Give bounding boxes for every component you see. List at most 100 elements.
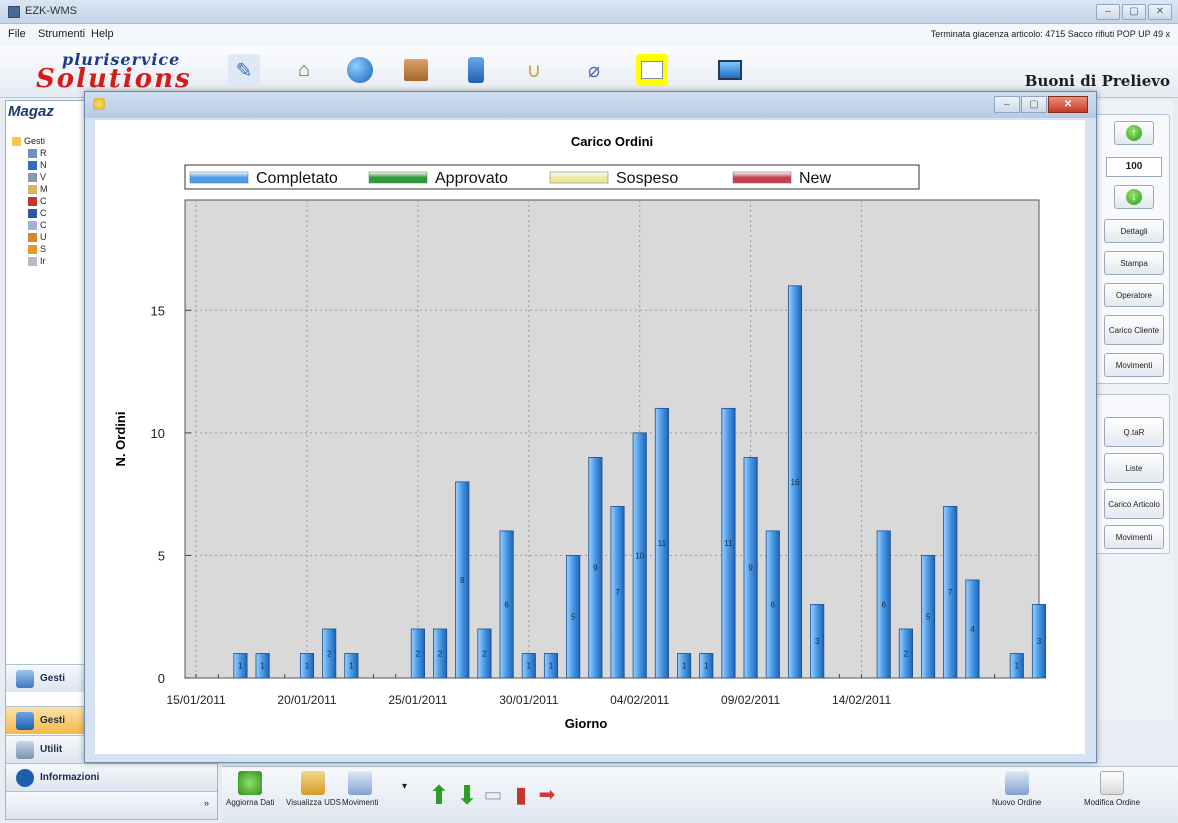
maximize-button[interactable]: ▢	[1122, 4, 1146, 20]
arrow-up-icon[interactable]: ⬆	[426, 781, 452, 809]
tree-node[interactable]: V	[12, 171, 48, 183]
legend-label: Sospeso	[616, 170, 678, 187]
move-up-button[interactable]: ↑	[1114, 121, 1154, 145]
right-panel: ↑ 100 ↓ Dettagli Stampa Operatore Carico…	[1095, 100, 1173, 720]
legend-swatch	[189, 171, 249, 184]
bar-data-label: 6	[504, 600, 509, 609]
chart-window: – ▢ ✕ Carico Ordini Completato Approvato So…	[84, 91, 1097, 763]
bar-data-label: 7	[948, 588, 953, 597]
x-tick-label: 30/01/2011	[499, 693, 558, 707]
menu-file[interactable]: File	[8, 28, 26, 40]
list-icon	[28, 172, 37, 182]
bar-data-label: 9	[748, 564, 753, 573]
x-axis-label: Giorno	[565, 716, 608, 731]
bar-data-label: 3	[815, 637, 820, 646]
tree-node[interactable]: R	[12, 147, 48, 159]
panel-title: Magaz	[8, 103, 54, 120]
y-tick-label: 10	[151, 426, 165, 441]
movements-button[interactable]: Movimenti	[1104, 353, 1164, 377]
chevron-down-icon[interactable]: »	[204, 798, 209, 808]
tree-node[interactable]: Ir	[12, 255, 48, 267]
gear-icon	[28, 244, 37, 254]
bar-data-label: 16	[791, 478, 800, 487]
bar-data-label: 2	[904, 649, 909, 658]
bar-data-label: 1	[527, 662, 532, 671]
arrows-icon[interactable]: ➡	[534, 781, 560, 809]
movements-dropdown-button[interactable]: Movimenti	[342, 771, 378, 821]
window-add-icon	[1004, 771, 1029, 795]
bar-data-label: 1	[305, 662, 310, 671]
edit-order-button[interactable]: Modifica Ordine	[1084, 771, 1140, 821]
bar-data-label: 1	[704, 662, 709, 671]
stapler-icon[interactable]: ⌀	[578, 54, 610, 86]
phone-icon[interactable]	[460, 54, 492, 86]
new-order-button[interactable]: Nuovo Ordine	[992, 771, 1041, 821]
quantity-button[interactable]: Q.taR	[1104, 417, 1164, 447]
tree-node[interactable]: C	[12, 195, 48, 207]
x-tick-label: 20/01/2011	[277, 693, 336, 707]
tree-node[interactable]: S	[12, 243, 48, 255]
x-tick-label: 25/01/2011	[388, 693, 447, 707]
nav-section-informazioni[interactable]: Informazioni	[6, 763, 217, 791]
package-open-icon[interactable]	[636, 54, 668, 86]
article-load-button[interactable]: Carico Articolo	[1104, 489, 1164, 519]
tree-node-root[interactable]: Gesti	[12, 135, 48, 147]
bar-data-label: 1	[549, 662, 554, 671]
chart-close-button[interactable]: ✕	[1048, 96, 1088, 113]
tree-node[interactable]: U	[12, 231, 48, 243]
x-tick-label: 14/02/2011	[832, 693, 891, 707]
bar-data-label: 6	[882, 600, 887, 609]
note-icon[interactable]: ▭	[480, 781, 506, 809]
chart-maximize-button[interactable]: ▢	[1021, 96, 1047, 113]
section-title: Buoni di Prelievo	[1024, 72, 1170, 90]
customer-load-button[interactable]: Carico Cliente	[1104, 315, 1164, 345]
legend-label: Completato	[256, 170, 338, 187]
dropdown-arrow-icon[interactable]: ▾	[402, 781, 407, 792]
window-icon	[348, 771, 373, 795]
bar-data-label: 9	[593, 564, 598, 573]
tree-node[interactable]: C	[12, 207, 48, 219]
globe-icon[interactable]	[344, 54, 376, 86]
box-icon[interactable]	[400, 54, 432, 86]
legend-swatch	[368, 171, 428, 184]
operator-button[interactable]: Operatore	[1104, 283, 1164, 307]
article-movements-button[interactable]: Movimenti	[1104, 525, 1164, 549]
tree-node[interactable]: M	[12, 183, 48, 195]
x-tick-label: 09/02/2011	[721, 693, 780, 707]
edit-document-icon[interactable]: ✎	[228, 54, 260, 86]
legend-label: Approvato	[435, 170, 508, 187]
nav-overflow[interactable]: »	[6, 791, 217, 819]
x-tick-label: 04/02/2011	[610, 693, 669, 707]
stack-icon	[28, 208, 37, 218]
menu-help[interactable]: Help	[91, 28, 114, 40]
order-actions-group: ↑ 100 ↓ Dettagli Stampa Operatore Carico…	[1095, 114, 1170, 384]
arrow-down-icon[interactable]: ⬇	[454, 781, 480, 809]
y-axis-label: N. Ordini	[113, 412, 128, 467]
bar-data-label: 11	[724, 539, 733, 548]
chart-title: Carico Ordini	[571, 134, 653, 149]
arrow-down-icon: ↓	[1126, 189, 1142, 205]
menu-strumenti[interactable]: Strumenti	[38, 28, 85, 40]
phone-icon	[28, 160, 37, 170]
details-button[interactable]: Dettagli	[1104, 219, 1164, 243]
minimize-button[interactable]: –	[1096, 4, 1120, 20]
close-button[interactable]: ✕	[1148, 4, 1172, 20]
window-icon	[93, 98, 105, 110]
rope-icon[interactable]: ∪	[518, 54, 550, 86]
chart-window-titlebar[interactable]: – ▢ ✕	[85, 92, 1096, 118]
home-refresh-icon[interactable]: ⌂	[288, 54, 320, 86]
lists-button[interactable]: Liste	[1104, 453, 1164, 483]
tree-node[interactable]: N	[12, 159, 48, 171]
print-button[interactable]: Stampa	[1104, 251, 1164, 275]
move-down-button[interactable]: ↓	[1114, 185, 1154, 209]
bar-data-label: 1	[238, 662, 243, 671]
tree-node[interactable]: C	[12, 219, 48, 231]
refresh-data-button[interactable]: Aggiorna Dati	[226, 771, 274, 821]
bar-data-label: 7	[615, 588, 620, 597]
legend-swatch	[732, 171, 792, 184]
bar-data-label: 2	[327, 649, 332, 658]
view-uds-button[interactable]: Visualizza UDS	[286, 771, 341, 821]
bar-chart-icon[interactable]: ▮	[508, 781, 534, 809]
chart-minimize-button[interactable]: –	[994, 96, 1020, 113]
monitor-icon[interactable]	[714, 54, 746, 86]
